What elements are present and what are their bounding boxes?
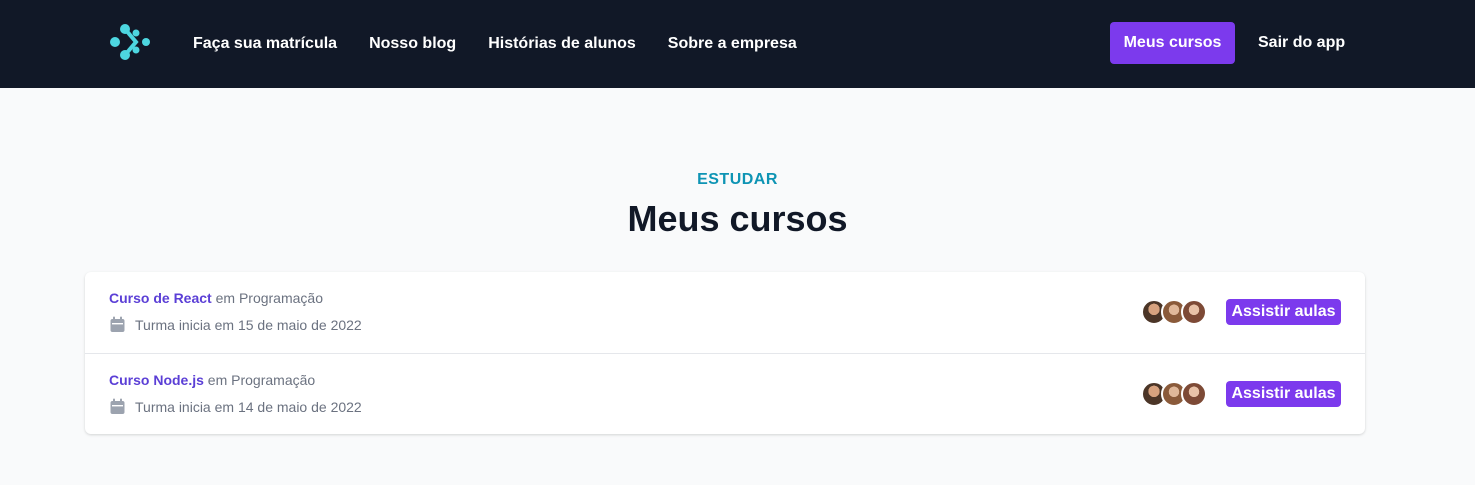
in-text: em — [207, 372, 228, 388]
watch-classes-button[interactable]: Assistir aulas — [1226, 381, 1341, 407]
avatar — [1181, 299, 1207, 325]
nav-link-historias[interactable]: Histórias de alunos — [488, 35, 636, 53]
course-category: Programação — [238, 290, 323, 306]
course-link[interactable]: Curso Node.js — [109, 372, 204, 388]
logo-icon[interactable] — [108, 23, 154, 63]
course-date: Turma inicia em 14 de maio de 2022 — [109, 398, 362, 415]
list-item: Curso de React em Programação Turma inic… — [85, 272, 1365, 353]
watch-classes-button[interactable]: Assistir aulas — [1226, 299, 1341, 325]
date-text: Turma inicia em 15 de maio de 2022 — [135, 316, 362, 333]
nav-link-matricula[interactable]: Faça sua matrícula — [193, 35, 337, 53]
nav-link-blog[interactable]: Nosso blog — [369, 35, 456, 53]
date-text: Turma inicia em 14 de maio de 2022 — [135, 398, 362, 415]
nav-links: Faça sua matrícula Nosso blog Histórias … — [193, 0, 829, 88]
my-courses-button[interactable]: Meus cursos — [1110, 22, 1235, 64]
course-heading: Curso de React em Programação — [109, 290, 323, 306]
calendar-icon — [109, 316, 126, 333]
avatar-group — [1141, 381, 1207, 407]
avatar — [1181, 381, 1207, 407]
list-item: Curso Node.js em Programação Turma inici… — [85, 353, 1365, 434]
course-link[interactable]: Curso de React — [109, 290, 212, 306]
courses-list: Curso de React em Programação Turma inic… — [85, 272, 1365, 434]
course-heading: Curso Node.js em Programação — [109, 372, 315, 388]
navbar: Faça sua matrícula Nosso blog Histórias … — [0, 0, 1475, 88]
in-text: em — [215, 290, 236, 306]
course-date: Turma inicia em 15 de maio de 2022 — [109, 316, 362, 333]
section-eyebrow: ESTUDAR — [697, 171, 778, 188]
course-category: Programação — [231, 372, 316, 388]
avatar-group — [1141, 299, 1207, 325]
page-title: Meus cursos — [627, 198, 848, 239]
calendar-icon — [109, 398, 126, 415]
logout-button[interactable]: Sair do app — [1258, 22, 1345, 64]
nav-link-empresa[interactable]: Sobre a empresa — [668, 35, 797, 53]
